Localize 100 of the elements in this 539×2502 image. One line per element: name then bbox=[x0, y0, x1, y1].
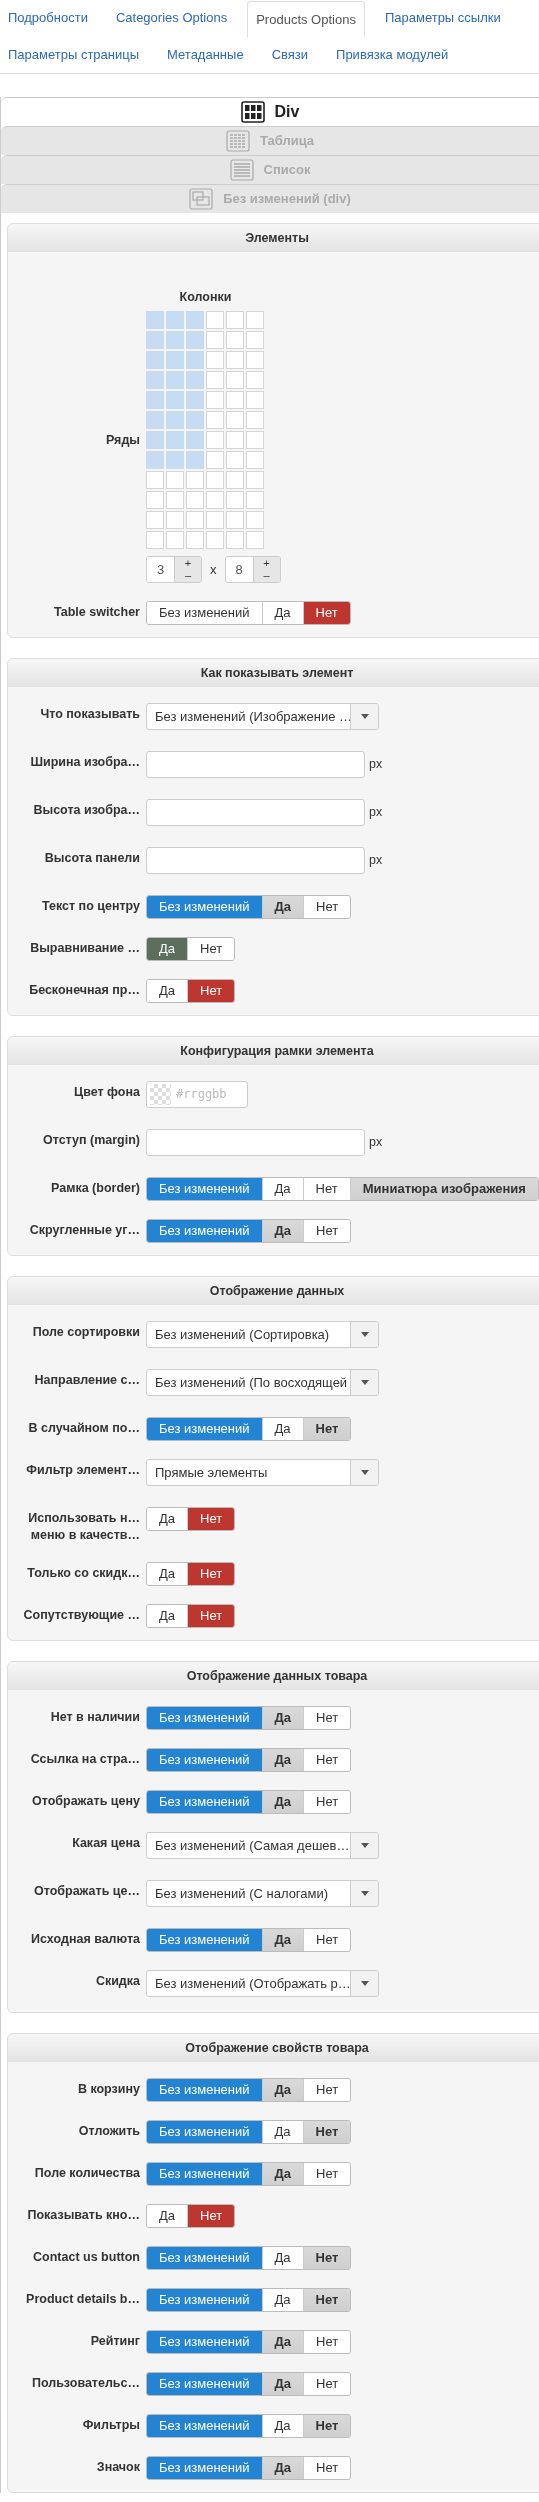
grid-cell[interactable] bbox=[226, 490, 244, 509]
option-button[interactable]: Нет bbox=[187, 937, 235, 960]
grid-cell[interactable] bbox=[166, 370, 184, 389]
grid-cell[interactable] bbox=[246, 510, 264, 529]
tab[interactable]: Привязка модулей bbox=[328, 37, 457, 73]
grid-cell[interactable] bbox=[206, 370, 224, 389]
grid-cell[interactable] bbox=[226, 350, 244, 369]
option-button[interactable]: Нет bbox=[303, 1748, 351, 1771]
grid-cell[interactable] bbox=[166, 390, 184, 409]
grid-cell[interactable] bbox=[246, 530, 264, 549]
grid-cell[interactable] bbox=[186, 390, 204, 409]
plus-button[interactable]: + bbox=[263, 556, 270, 569]
grid-cell[interactable] bbox=[206, 390, 224, 409]
tab[interactable]: Параметры страницы bbox=[0, 37, 148, 73]
grid-cell[interactable] bbox=[206, 350, 224, 369]
number-spinner[interactable]: 3 + – bbox=[146, 555, 202, 583]
grid-cell[interactable] bbox=[226, 430, 244, 449]
tab[interactable]: Products Options bbox=[247, 1, 365, 37]
grid-cell[interactable] bbox=[146, 390, 164, 409]
grid-cell[interactable] bbox=[246, 330, 264, 349]
grid-cell[interactable] bbox=[166, 410, 184, 429]
dropdown[interactable]: Без изменений (По восходящей bbox=[146, 1368, 379, 1396]
grid-cell[interactable] bbox=[166, 330, 184, 349]
tab[interactable]: Подробности bbox=[0, 0, 96, 36]
option-button[interactable]: Нет bbox=[302, 2246, 351, 2269]
grid-cell[interactable] bbox=[186, 330, 204, 349]
grid-cell[interactable] bbox=[246, 470, 264, 489]
option-button[interactable]: Без изменений bbox=[147, 1177, 262, 1200]
tab[interactable]: Categories Options bbox=[107, 0, 236, 36]
option-button[interactable]: Нет bbox=[303, 2078, 351, 2101]
option-button[interactable]: Нет bbox=[303, 1706, 351, 1729]
grid-cell[interactable] bbox=[206, 530, 224, 549]
grid-cell[interactable] bbox=[166, 510, 184, 529]
option-button[interactable]: Да bbox=[261, 2456, 304, 2479]
option-button[interactable]: Без изменений bbox=[147, 895, 262, 918]
option-button[interactable]: Без изменений bbox=[147, 1790, 262, 1813]
option-button[interactable]: Без изменений bbox=[147, 2330, 262, 2353]
grid-cell[interactable] bbox=[226, 530, 244, 549]
grid-cell[interactable] bbox=[166, 430, 184, 449]
grid-cell[interactable] bbox=[146, 410, 164, 429]
grid-cell[interactable] bbox=[226, 310, 244, 329]
option-button[interactable]: Да bbox=[261, 2162, 304, 2185]
option-button[interactable]: Нет bbox=[303, 2372, 351, 2395]
grid-cell[interactable] bbox=[246, 350, 264, 369]
grid-cell[interactable] bbox=[226, 450, 244, 469]
option-button[interactable]: Без изменений bbox=[147, 2246, 262, 2269]
dropdown[interactable]: Без изменений (Отображать р… bbox=[146, 1969, 379, 1997]
grid-cell[interactable] bbox=[146, 510, 164, 529]
option-button[interactable]: Без изменений bbox=[147, 2078, 262, 2101]
option-button[interactable]: Нет bbox=[187, 1562, 235, 1585]
dropdown[interactable]: Без изменений (Самая дешев… bbox=[146, 1831, 379, 1859]
grid-cell[interactable] bbox=[166, 450, 184, 469]
grid-cell[interactable] bbox=[146, 490, 164, 509]
grid-cell[interactable] bbox=[246, 430, 264, 449]
grid-cell[interactable] bbox=[166, 470, 184, 489]
option-button[interactable]: Без изменений bbox=[147, 2414, 262, 2437]
grid-cell[interactable] bbox=[206, 330, 224, 349]
grid-cell[interactable] bbox=[206, 430, 224, 449]
option-button[interactable]: Да bbox=[261, 1928, 304, 1951]
option-button[interactable]: Без изменений bbox=[147, 1219, 262, 1242]
input-field[interactable] bbox=[146, 1128, 365, 1156]
grid-cell[interactable] bbox=[206, 450, 224, 469]
grid-cell[interactable] bbox=[206, 510, 224, 529]
option-button[interactable]: Без изменений bbox=[147, 2288, 262, 2311]
grid-cell[interactable] bbox=[166, 310, 184, 329]
grid-cell[interactable] bbox=[226, 330, 244, 349]
grid-cell[interactable] bbox=[186, 470, 204, 489]
grid-cell[interactable] bbox=[186, 350, 204, 369]
grid-cell[interactable] bbox=[186, 370, 204, 389]
option-button[interactable]: Нет bbox=[302, 2120, 351, 2143]
grid-cell[interactable] bbox=[166, 350, 184, 369]
grid-cell[interactable] bbox=[186, 430, 204, 449]
option-button[interactable]: Да bbox=[261, 1748, 304, 1771]
option-button[interactable]: Нет bbox=[187, 1507, 235, 1530]
grid-cell[interactable] bbox=[246, 370, 264, 389]
option-button[interactable]: Да bbox=[261, 895, 304, 918]
plus-button[interactable]: + bbox=[184, 556, 192, 569]
option-button[interactable]: Нет bbox=[303, 2330, 351, 2353]
option-button[interactable]: Нет bbox=[187, 2204, 235, 2227]
grid-cell[interactable] bbox=[246, 490, 264, 509]
option-button[interactable]: Да bbox=[147, 937, 188, 960]
option-button[interactable]: Без изменений bbox=[147, 1706, 262, 1729]
grid-cell[interactable] bbox=[146, 430, 164, 449]
option-button[interactable]: Нет bbox=[302, 601, 350, 624]
input-field[interactable] bbox=[146, 798, 365, 826]
grid-cell[interactable] bbox=[146, 330, 164, 349]
number-spinner[interactable]: 8 + – bbox=[224, 555, 281, 583]
grid-cell[interactable] bbox=[186, 530, 204, 549]
option-button[interactable]: Нет bbox=[302, 2288, 351, 2311]
layout-tab[interactable]: Div bbox=[1, 97, 539, 126]
option-button[interactable]: Нет bbox=[303, 1219, 351, 1242]
grid-cell[interactable] bbox=[246, 390, 264, 409]
grid-cell[interactable] bbox=[146, 310, 164, 329]
option-button[interactable]: Без изменений bbox=[147, 2120, 262, 2143]
grid-cell[interactable] bbox=[226, 510, 244, 529]
grid-cell[interactable] bbox=[206, 410, 224, 429]
option-button[interactable]: Нет bbox=[187, 1604, 235, 1627]
tab[interactable]: Связи bbox=[263, 37, 317, 73]
option-button[interactable]: Без изменений bbox=[147, 2456, 262, 2479]
grid-cell[interactable] bbox=[226, 370, 244, 389]
